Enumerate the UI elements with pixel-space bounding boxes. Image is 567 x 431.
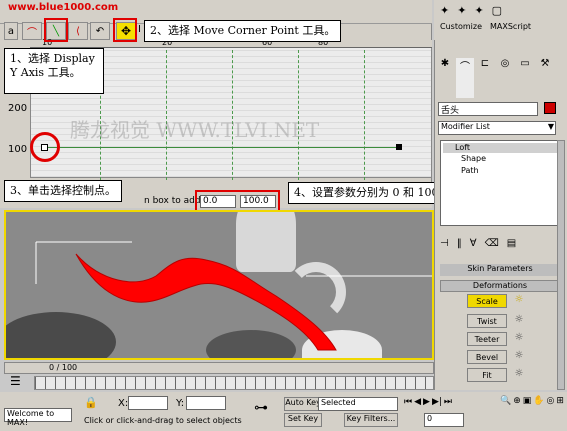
chevron-down-icon: ▼ — [547, 122, 554, 131]
zoom-all-icon[interactable]: ⊕ — [513, 396, 521, 428]
toolbar-icon[interactable]: ✦ — [440, 4, 449, 20]
modifier-list-label: Modifier List — [441, 122, 490, 131]
viewport-nav-controls: 🔍 ⊕ ▣ ✋ ◎ ⊞ — [500, 396, 564, 428]
y-axis-label: 200 — [8, 103, 28, 114]
orbit-icon[interactable]: ◎ — [547, 396, 555, 428]
pin-stack-icon[interactable]: ⊣ — [440, 238, 449, 252]
deformations-rollout[interactable]: Deformations — [440, 280, 560, 292]
prompt-line: Click or click-and-drag to select object… — [84, 416, 242, 425]
toolbar-icon[interactable]: ▢ — [492, 4, 502, 20]
watermark-top: www.blue1000.com — [8, 2, 119, 13]
callout-step2: 2、选择 Move Corner Point 工具。 — [144, 20, 342, 42]
teeter-light-bulb-icon[interactable]: ☼ — [514, 332, 524, 346]
stack-item-shape[interactable]: Shape — [461, 154, 486, 163]
highlight-fields — [195, 190, 280, 212]
menu-maxscript[interactable]: MAXScript — [490, 22, 531, 31]
perspective-viewport[interactable] — [4, 210, 434, 360]
toolbar-icon[interactable]: ✦ — [457, 4, 466, 20]
key-icon[interactable]: ⊶ — [254, 400, 268, 416]
object-color-swatch[interactable] — [544, 102, 556, 114]
remove-modifier-icon[interactable]: ⌫ — [485, 238, 499, 252]
highlight-control-point — [30, 132, 60, 162]
swap-curves-button[interactable]: ↶ — [90, 22, 110, 40]
display-tab-icon[interactable]: ▭ — [516, 58, 534, 98]
zoom-extents-icon[interactable]: ▣ — [523, 396, 532, 428]
control-point-end[interactable] — [396, 144, 402, 150]
deform-curve — [44, 147, 400, 148]
zoom-icon[interactable]: 🔍 — [500, 396, 511, 428]
toolbar-icons-row: ✦ ✦ ✦ ▢ — [440, 4, 564, 20]
display-xy-axes-button[interactable]: ⟨ — [68, 22, 88, 40]
insert-point-label: I — [138, 24, 141, 35]
bevel-deform-button[interactable]: Bevel — [467, 350, 507, 364]
twist-light-bulb-icon[interactable]: ☼ — [514, 314, 524, 328]
configure-sets-icon[interactable]: ▤ — [507, 238, 516, 252]
modifier-list-dropdown[interactable]: Modifier List ▼ — [438, 121, 556, 135]
stack-controls: ⊣ ‖ ∀ ⌫ ▤ — [440, 238, 560, 252]
skin-parameters-rollout[interactable]: Skin Parameters — [440, 264, 560, 276]
frame-counter[interactable]: 0 — [424, 413, 464, 427]
scale-light-bulb-icon[interactable]: ☼ — [514, 294, 524, 308]
show-end-result-icon[interactable]: ‖ — [457, 238, 462, 252]
track-bar-icon[interactable]: ☰ — [10, 374, 28, 390]
watermark-center: 腾龙视觉 WWW.TLVI.NET — [70, 118, 320, 142]
key-filters-button[interactable]: Key Filters... — [344, 413, 398, 427]
next-frame-icon[interactable]: ▶| — [432, 397, 442, 411]
grid-line — [364, 50, 365, 180]
scale-deform-button[interactable]: Scale — [467, 294, 507, 308]
command-panel-tabs: ✱ ⌒ ⊏ ◎ ▭ ⚒ — [436, 58, 564, 98]
modifier-stack[interactable]: Loft Shape Path — [440, 140, 564, 226]
playback-controls: ⏮ ◀ ▶ ▶| ⏭ — [404, 397, 494, 411]
teeter-deform-button[interactable]: Teeter — [467, 332, 507, 346]
create-tab-icon[interactable]: ✱ — [436, 58, 454, 98]
play-icon[interactable]: ▶ — [423, 397, 430, 411]
x-label: X: — [118, 398, 129, 409]
stack-item-loft[interactable]: Loft — [443, 143, 561, 153]
time-slider[interactable]: 0 / 100 — [4, 362, 434, 374]
toolbar-icon[interactable]: ✦ — [474, 4, 483, 20]
motion-tab-icon[interactable]: ◎ — [496, 58, 514, 98]
y-coordinate-field[interactable] — [186, 396, 226, 410]
callout-step1: 1、选择 Display Y Axis 工具。 — [4, 48, 104, 94]
callout-step1-line2: Y Axis 工具。 — [10, 66, 81, 79]
pan-icon[interactable]: ✋ — [533, 396, 544, 428]
hierarchy-tab-icon[interactable]: ⊏ — [476, 58, 494, 98]
selection-set-dropdown[interactable]: Selected — [318, 397, 398, 411]
y-label: Y: — [176, 398, 185, 409]
callout-step1-line1: 1、选择 Display — [10, 52, 95, 65]
highlight-move-tool — [113, 18, 137, 42]
utilities-tab-icon[interactable]: ⚒ — [536, 58, 554, 98]
twist-deform-button[interactable]: Twist — [467, 314, 507, 328]
time-slider-label: 0 / 100 — [49, 363, 78, 372]
display-x-axis-button[interactable]: ⌒ — [22, 22, 42, 40]
make-symmetrical-button[interactable]: a — [4, 22, 18, 40]
make-unique-icon[interactable]: ∀ — [470, 238, 477, 252]
auto-key-button[interactable]: Auto Key — [284, 397, 322, 411]
maxscript-listener[interactable]: Welcome to MAX! — [4, 408, 72, 427]
track-bar[interactable] — [34, 376, 434, 390]
tongue-ribbon — [35, 241, 432, 351]
menu-customize[interactable]: Customize — [440, 22, 482, 31]
command-panel-scrollbar[interactable] — [557, 140, 565, 390]
bevel-light-bulb-icon[interactable]: ☼ — [514, 350, 524, 364]
x-coordinate-field[interactable] — [128, 396, 168, 410]
go-to-start-icon[interactable]: ⏮ — [404, 397, 412, 411]
callout-step3: 3、单击选择控制点。 — [4, 180, 122, 202]
object-name-field[interactable]: 舌头 — [438, 102, 538, 116]
prev-frame-icon[interactable]: ◀ — [414, 397, 421, 411]
set-key-button[interactable]: Set Key — [284, 413, 322, 427]
y-axis-label: 100 — [8, 144, 28, 155]
stack-item-path[interactable]: Path — [461, 166, 479, 175]
fit-light-bulb-icon[interactable]: ☼ — [514, 368, 524, 382]
lock-icon[interactable]: 🔒 — [84, 396, 98, 409]
maximize-icon[interactable]: ⊞ — [556, 396, 564, 428]
fit-deform-button[interactable]: Fit — [467, 368, 507, 382]
modify-tab-icon[interactable]: ⌒ — [456, 58, 474, 98]
highlight-y-axis-tool — [44, 18, 68, 42]
go-to-end-icon[interactable]: ⏭ — [444, 397, 452, 411]
